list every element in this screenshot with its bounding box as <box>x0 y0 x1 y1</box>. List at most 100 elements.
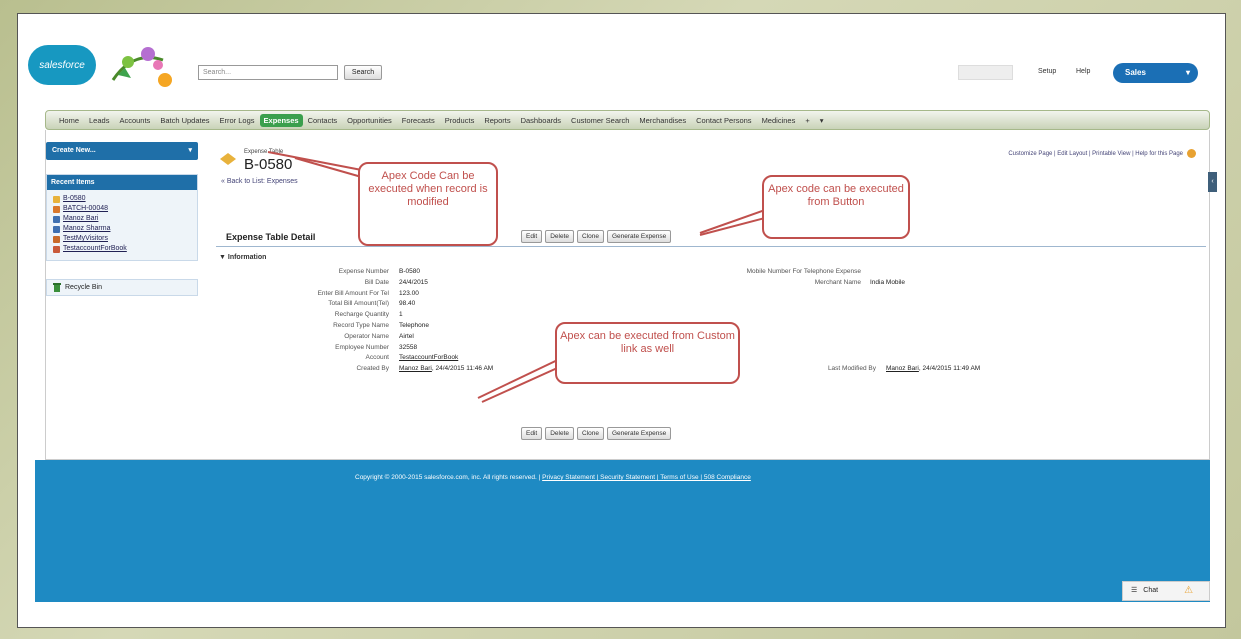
tab-error-logs[interactable]: Error Logs <box>215 116 260 125</box>
sidebar: Create New... ▾ Recent Items B-0580 BATCH… <box>46 142 198 296</box>
field-value: 1 <box>399 311 403 319</box>
help-icon[interactable] <box>1187 149 1196 158</box>
recent-item-label: BATCH-00048 <box>63 205 109 212</box>
tab-contact-persons[interactable]: Contact Persons <box>691 116 756 125</box>
footer: Copyright © 2000-2015 salesforce.com, in… <box>35 460 1210 602</box>
edit-button[interactable]: Edit <box>521 427 543 440</box>
field-label: Operator Name <box>344 332 389 340</box>
callout-record-modified: Apex Code Can be executed when record is… <box>358 162 498 246</box>
user-link[interactable]: Manoz Bari <box>886 365 919 372</box>
chat-icon: ☰ <box>1131 587 1138 594</box>
field-label: Merchant Name <box>814 278 861 286</box>
field-row: Bill Date 24/4/2015 Merchant Name India Mob… <box>216 279 1206 289</box>
tab-batch-updates[interactable]: Batch Updates <box>155 116 214 125</box>
side-panel-toggle[interactable]: ‹ <box>1208 172 1217 192</box>
clone-button[interactable]: Clone <box>577 230 604 243</box>
chat-widget[interactable]: ☰ Chat ⚠ <box>1122 581 1210 601</box>
field-label: Created By <box>356 365 389 373</box>
detail-section-title: Expense Table Detail <box>226 232 316 242</box>
recent-item[interactable]: Manoz Sharma <box>53 224 191 234</box>
copyright-notice: Copyright © 2000-2015 salesforce.com, in… <box>355 474 541 481</box>
tab-leads[interactable]: Leads <box>84 116 114 125</box>
tab-products[interactable]: Products <box>440 116 480 125</box>
app-menu-button[interactable]: Sales ▾ <box>1113 63 1198 83</box>
recent-item[interactable]: B-0580 <box>53 194 191 204</box>
field-value[interactable]: TestaccountForBook <box>399 354 458 361</box>
help-link[interactable]: Help <box>1076 68 1090 75</box>
record-type-icon <box>53 195 60 203</box>
footer-links[interactable]: Privacy Statement | Security Statement |… <box>542 474 751 481</box>
search-button[interactable]: Search <box>344 65 382 80</box>
field-label: Recharge Quantity <box>334 311 389 319</box>
record-type-icon <box>53 245 60 253</box>
chat-label: Chat <box>1143 587 1159 594</box>
field-value: 123.00 <box>399 289 419 297</box>
field-value: 24/4/2015 <box>399 278 428 286</box>
field-value: 98.40 <box>399 300 416 308</box>
edit-button[interactable]: Edit <box>521 230 543 243</box>
field-row: Recharge Quantity 1 <box>216 311 1206 321</box>
tab-contacts[interactable]: Contacts <box>303 116 343 125</box>
field-value: Manoz Bari, 24/4/2015 11:46 AM <box>399 365 493 372</box>
copyright-text: Copyright © 2000-2015 salesforce.com, in… <box>355 474 751 481</box>
delete-button[interactable]: Delete <box>545 230 574 243</box>
recent-item-label: TestaccountForBook <box>63 245 127 252</box>
object-type-label: Expense Table <box>244 149 284 155</box>
recent-item[interactable]: Manoz Bari <box>53 214 191 224</box>
flower-logo-icon <box>111 47 172 87</box>
tab-accounts[interactable]: Accounts <box>114 116 155 125</box>
field-label: Expense Number <box>338 268 389 275</box>
chevron-down-icon: ▾ <box>188 147 192 154</box>
tab-merchandises[interactable]: Merchandises <box>634 116 691 125</box>
record-type-icon <box>53 225 60 233</box>
user-link[interactable]: Manoz Bari <box>399 365 432 372</box>
user-menu-field[interactable] <box>958 65 1013 80</box>
tab-customer-search[interactable]: Customer Search <box>566 116 634 125</box>
tab-opportunities[interactable]: Opportunities <box>342 116 397 125</box>
detail-buttons-bottom: Edit Delete Clone Generate Expense <box>521 427 672 440</box>
page-links[interactable]: Customize Page | Edit Layout | Printable… <box>1008 149 1196 158</box>
create-new-button[interactable]: Create New... ▾ <box>46 142 198 160</box>
generate-expense-button[interactable]: Generate Expense <box>606 427 672 440</box>
recent-item-label: Manoz Sharma <box>63 225 111 232</box>
recent-item[interactable]: TestMyVisitors <box>53 234 191 244</box>
callout-custom-link: Apex can be executed from Custom link as… <box>555 322 740 384</box>
field-label: Bill Date <box>364 278 389 286</box>
tab-reports[interactable]: Reports <box>479 116 515 125</box>
recent-items-panel: Recent Items B-0580 BATCH-00048 Manoz Bari… <box>46 174 198 261</box>
search-input[interactable]: Search... <box>198 65 338 80</box>
salesforce-logo[interactable]: salesforce <box>28 45 96 85</box>
field-label: Employee Number <box>335 343 389 351</box>
field-row: Total Bill Amount(Tel) 98.40 <box>216 300 1206 310</box>
warning-icon: ⚠ <box>1184 585 1194 596</box>
field-value: 32558 <box>399 343 418 351</box>
tab-dashboards[interactable]: Dashboards <box>516 116 566 125</box>
information-section-header[interactable]: ▼ Information <box>219 254 266 261</box>
recent-items-header: Recent Items <box>47 175 197 190</box>
callout-button: Apex code can be executed from Button <box>762 175 910 239</box>
generate-expense-button[interactable]: Generate Expense <box>606 230 672 243</box>
field-label: Enter Bill Amount For Tel <box>317 289 389 297</box>
recent-item[interactable]: BATCH-00048 <box>53 204 191 214</box>
recent-item[interactable]: TestaccountForBook <box>53 244 191 254</box>
setup-link[interactable]: Setup <box>1038 68 1056 75</box>
recycle-bin-link[interactable]: Recycle Bin <box>46 279 198 296</box>
delete-button[interactable]: Delete <box>545 427 574 440</box>
field-row: Enter Bill Amount For Tel 123.00 <box>216 290 1206 300</box>
tab-forecasts[interactable]: Forecasts <box>397 116 440 125</box>
field-value: Telephone <box>399 322 429 329</box>
page-links-text[interactable]: Customize Page | Edit Layout | Printable… <box>1008 151 1183 157</box>
field-label: Last Modified By <box>827 365 876 373</box>
tab-home[interactable]: Home <box>54 116 84 125</box>
detail-buttons-top: Edit Delete Clone Generate Expense <box>521 230 672 243</box>
tab-expenses[interactable]: Expenses <box>259 113 303 127</box>
app-menu-label: Sales <box>1125 68 1146 77</box>
chevron-down-icon: ▾ <box>1185 68 1190 77</box>
tab-[interactable]: + <box>800 116 814 125</box>
recent-item-label: B-0580 <box>63 195 86 202</box>
back-to-list-link[interactable]: « Back to List: Expenses <box>221 178 298 185</box>
tab-[interactable]: ▾ <box>815 116 829 125</box>
clone-button[interactable]: Clone <box>577 427 604 440</box>
tab-medicines[interactable]: Medicines <box>757 116 801 125</box>
main-content: Create New... ▾ Recent Items B-0580 BATCH… <box>45 130 1210 460</box>
